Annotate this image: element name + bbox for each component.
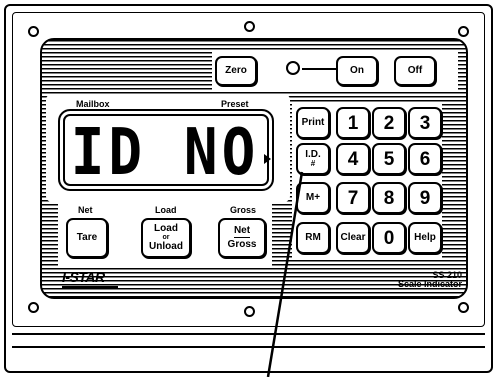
callout-line	[266, 171, 304, 377]
callout-pointer	[266, 171, 304, 377]
